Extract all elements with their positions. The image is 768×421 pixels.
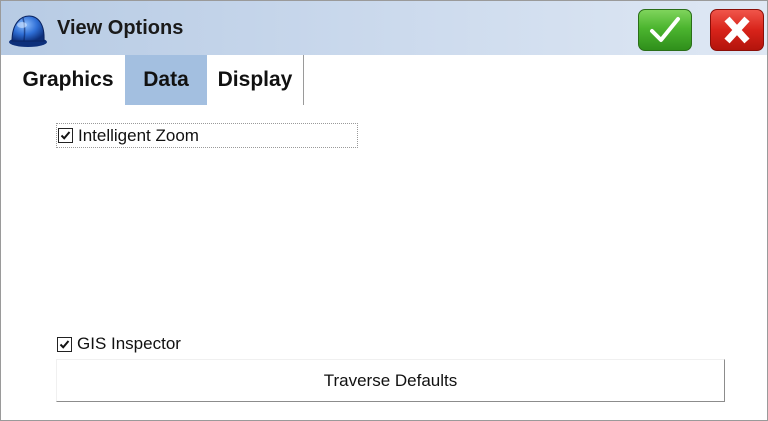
gis-inspector-option[interactable]: GIS Inspector bbox=[57, 332, 181, 356]
dialog-title: View Options bbox=[57, 17, 184, 39]
ok-button[interactable] bbox=[638, 9, 692, 51]
tab-bar: Graphics Data Display bbox=[1, 55, 767, 105]
check-icon bbox=[59, 339, 70, 349]
gis-inspector-label: GIS Inspector bbox=[77, 334, 181, 353]
tab-display[interactable]: Display bbox=[207, 55, 304, 105]
x-icon bbox=[724, 16, 750, 44]
traverse-defaults-button[interactable]: Traverse Defaults bbox=[56, 359, 725, 402]
intelligent-zoom-option[interactable]: Intelligent Zoom bbox=[56, 123, 358, 148]
cancel-button[interactable] bbox=[710, 9, 764, 51]
intelligent-zoom-label: Intelligent Zoom bbox=[78, 125, 199, 145]
checkmark-icon bbox=[650, 17, 680, 42]
gis-inspector-checkbox[interactable] bbox=[57, 336, 72, 352]
hard-hat-icon bbox=[7, 11, 49, 49]
tab-data[interactable]: Data bbox=[125, 55, 207, 105]
intelligent-zoom-checkbox[interactable] bbox=[58, 128, 73, 143]
check-icon bbox=[60, 131, 71, 140]
title-bar: View Options bbox=[1, 1, 767, 55]
tab-graphics[interactable]: Graphics bbox=[11, 55, 125, 105]
view-options-dialog: View Options Graphics Data Display Intel… bbox=[0, 0, 768, 421]
